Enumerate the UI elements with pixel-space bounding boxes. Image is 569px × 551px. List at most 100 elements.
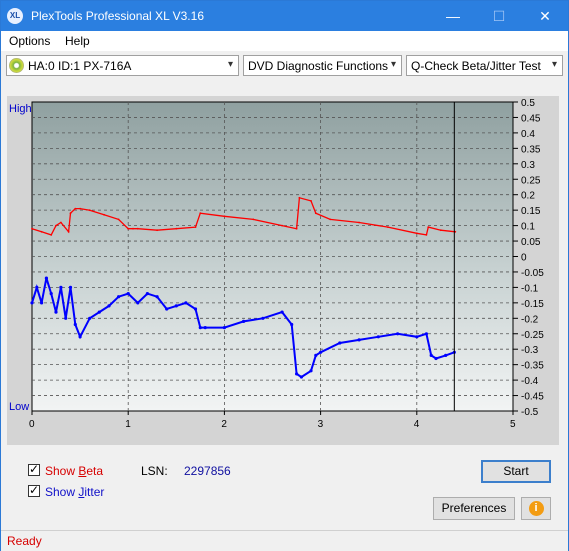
x-axis-ticks: 0 1 2 3 4 5: [29, 411, 516, 430]
x-tick-label: 1: [125, 419, 131, 430]
jitter-line-point: [78, 335, 82, 339]
jitter-line-point: [73, 322, 77, 327]
menu-options[interactable]: Options: [9, 34, 50, 48]
beta-line-point: [132, 227, 134, 230]
toolbar: HA:0 ID:1 PX-716A ▾ DVD Diagnostic Funct…: [1, 53, 568, 79]
jitter-line-point: [145, 292, 149, 296]
jitter-line-point: [126, 292, 130, 296]
jitter-line-point: [295, 372, 299, 376]
lsn-value: 2297856: [184, 464, 231, 478]
jitter-line-point: [357, 338, 361, 342]
y-tick-label: 0.05: [521, 237, 541, 248]
y-tick-label: -0.15: [521, 299, 544, 310]
beta-line-point: [127, 227, 130, 230]
close-button[interactable]: ✕: [522, 1, 568, 31]
checkmark-icon: ✓: [29, 462, 40, 476]
preferences-button[interactable]: Preferences: [433, 497, 515, 520]
jitter-line-point: [54, 310, 58, 314]
beta-line-point: [88, 209, 91, 212]
start-button[interactable]: Start: [481, 460, 551, 483]
jitter-line-point: [165, 307, 169, 311]
beta-line-point: [103, 213, 105, 216]
title-bar: XL PlexTools Professional XL V3.16 — ☐ ✕: [1, 1, 568, 31]
checkmark-icon: ✓: [29, 483, 40, 497]
info-button[interactable]: i: [521, 497, 551, 520]
jitter-line-point: [49, 292, 53, 296]
chart-panel: 0.5 0.45 0.4 0.35 0.3 0.25 0.2 0.15 0.1 0.05 0 -0.0…: [7, 96, 559, 445]
beta-line-point: [281, 224, 283, 227]
y-tick-label: -0.3: [521, 345, 539, 356]
beta-line-point: [314, 212, 317, 215]
beta-line-point: [69, 212, 72, 215]
beta-line-point: [387, 226, 389, 229]
window-title: PlexTools Professional XL V3.16: [31, 9, 204, 23]
beta-line-point: [74, 207, 77, 210]
show-jitter-checkbox[interactable]: ✓: [28, 483, 40, 497]
beta-line-point: [252, 218, 255, 221]
y-tick-label: 0.4: [521, 129, 535, 140]
beta-line-point: [79, 207, 81, 210]
show-jitter-label-pre: Show: [45, 485, 79, 499]
drive-select[interactable]: HA:0 ID:1 PX-716A ▾: [6, 55, 239, 76]
jitter-line-point: [290, 322, 294, 327]
y-tick-label: -0.25: [521, 330, 544, 341]
y-tick-label: 0.3: [521, 160, 535, 171]
beta-line-point: [31, 227, 33, 230]
menu-help[interactable]: Help: [65, 34, 90, 48]
jitter-line-point: [299, 375, 303, 379]
jitter-line-point: [136, 301, 140, 305]
jitter-line-point: [68, 285, 73, 289]
x-tick-label: 3: [318, 419, 324, 430]
chevron-down-icon: ▾: [227, 59, 233, 70]
y-axis-ticks: 0.5 0.45 0.4 0.35 0.3 0.25 0.2 0.15 0.1 0.05 0 -0.0…: [513, 98, 544, 418]
y-tick-label: -0.1: [521, 283, 539, 294]
disc-drive-icon: [9, 58, 24, 73]
jitter-line-point: [64, 316, 68, 320]
beta-line-point: [60, 221, 62, 224]
beta-line-point: [199, 212, 202, 215]
show-beta-label[interactable]: Show Beta: [45, 464, 103, 478]
controls-area: ✓ Show Beta ✓ Show Jitter LSN: 2297856 S…: [7, 454, 559, 526]
beta-line-point: [358, 221, 360, 224]
beta-line-point: [194, 226, 197, 229]
beta-line-point: [223, 215, 226, 218]
beta-jitter-chart: 0.5 0.45 0.4 0.35 0.3 0.25 0.2 0.15 0.1 0.05 0 -0.0…: [9, 98, 544, 430]
function-select[interactable]: DVD Diagnostic Functions ▾: [243, 55, 402, 76]
show-beta-label-post: eta: [86, 464, 104, 478]
y-tick-label: -0.4: [521, 376, 539, 387]
jitter-line-point: [444, 353, 448, 357]
high-label: High: [9, 103, 32, 115]
beta-line-point: [136, 227, 139, 230]
jitter-line-point: [280, 310, 284, 314]
beta-line-point: [67, 230, 70, 233]
maximize-button[interactable]: ☐: [476, 1, 522, 31]
jitter-line-point: [242, 319, 246, 323]
beta-line-point: [415, 232, 418, 235]
grid-lines: [32, 102, 513, 411]
y-tick-label: -0.05: [521, 268, 544, 279]
y-tick-label: 0.25: [521, 175, 541, 186]
jitter-line-point: [97, 310, 101, 314]
beta-line-point: [427, 226, 430, 229]
jitter-line-point: [30, 301, 34, 305]
jitter-line-point: [44, 276, 49, 280]
x-tick-label: 5: [510, 419, 516, 430]
jitter-line-point: [40, 301, 44, 305]
show-beta-checkbox[interactable]: ✓: [28, 462, 40, 476]
show-beta-label-pre: Show: [45, 464, 79, 478]
beta-line-point: [425, 234, 428, 236]
jitter-line-point: [415, 335, 419, 339]
beta-line-point: [298, 196, 301, 199]
jitter-line-point: [338, 341, 342, 345]
test-select[interactable]: Q-Check Beta/Jitter Test ▾: [406, 55, 563, 76]
y-tick-label: 0: [521, 253, 527, 264]
jitter-line-point: [261, 316, 265, 320]
jitter-line-point: [174, 304, 178, 308]
jitter-line-point: [193, 307, 198, 311]
info-icon: i: [528, 501, 544, 516]
minimize-button[interactable]: —: [430, 1, 476, 31]
show-jitter-label[interactable]: Show Jitter: [45, 485, 104, 499]
y-tick-label: 0.35: [521, 144, 541, 155]
jitter-line-point: [309, 369, 313, 373]
beta-line-point: [310, 200, 312, 202]
